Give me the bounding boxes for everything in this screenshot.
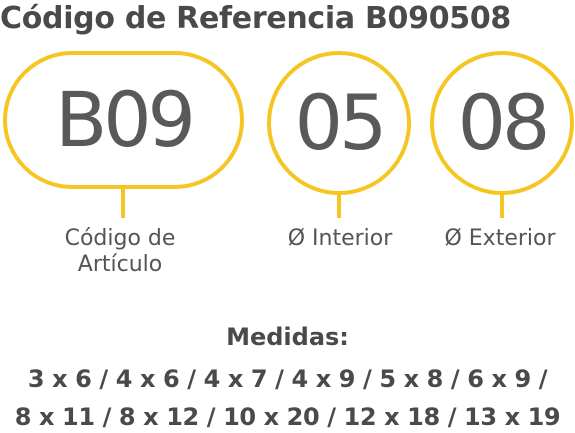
label-interior: Ø Interior	[287, 226, 393, 251]
article-code: B09	[55, 75, 196, 164]
interior-code: 05	[294, 78, 388, 167]
label-article: Código de Artículo	[30, 226, 210, 278]
connector-interior	[337, 194, 341, 218]
connector-article	[121, 188, 125, 218]
medidas-line-1: 3 x 6 / 4 x 6 / 4 x 7 / 4 x 9 / 5 x 8 / …	[27, 365, 548, 393]
label-exterior: Ø Exterior	[444, 226, 556, 251]
connector-exterior	[500, 194, 504, 218]
code-pill-article: B09	[3, 51, 244, 189]
code-circle-interior: 05	[267, 51, 411, 195]
medidas-heading: Medidas:	[226, 323, 349, 351]
label-article-line-1: Código de	[64, 226, 176, 251]
code-circle-exterior: 08	[430, 51, 574, 195]
page-title: Código de Referencia B090508	[0, 1, 511, 36]
label-article-line-2: Artículo	[77, 252, 163, 277]
exterior-code: 08	[457, 78, 551, 167]
medidas-line-2: 8 x 11 / 8 x 12 / 10 x 20 / 12 x 18 / 13…	[14, 403, 561, 431]
